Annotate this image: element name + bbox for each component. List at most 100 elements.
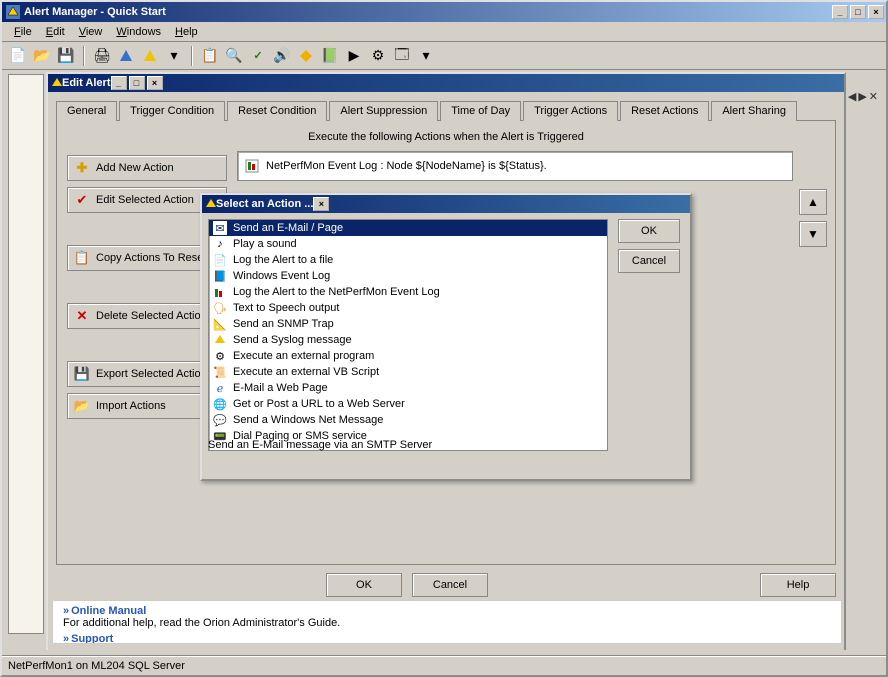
- edit-alert-title: Edit Alert: [62, 77, 111, 89]
- sound-icon: ♪: [213, 237, 227, 251]
- gear-icon: ⚙: [213, 349, 227, 363]
- plus-icon: ✚: [74, 160, 90, 176]
- action-listbox[interactable]: ✉ Send an E-Mail / Page ♪ Play a sound 📄…: [208, 219, 608, 451]
- list-item[interactable]: Send a Syslog message: [209, 332, 607, 348]
- tab-alert-sharing[interactable]: Alert Sharing: [711, 101, 797, 121]
- list-item[interactable]: Log the Alert to the NetPerfMon Event Lo…: [209, 284, 607, 300]
- toolbar: 📄 📂 💾 🖨 ▾ 📋 🔍 ✓ 🔊 📗 ▶ ⚙ 🗔 ▾: [2, 42, 886, 70]
- save-icon: 💾: [74, 366, 90, 382]
- sound-icon[interactable]: 🔊: [272, 46, 292, 66]
- check-red-icon: ✔: [74, 192, 90, 208]
- tab-trigger-condition[interactable]: Trigger Condition: [119, 101, 225, 121]
- find-icon[interactable]: 🔍: [224, 46, 244, 66]
- settings-icon[interactable]: ⚙: [368, 46, 388, 66]
- quickstart-panel-edge: [8, 74, 44, 634]
- app-icon: [6, 5, 20, 19]
- list-item[interactable]: 🗣 Text to Speech output: [209, 300, 607, 316]
- ea-maximize-button[interactable]: □: [129, 76, 145, 90]
- select-action-hint: Send an E-Mail message via an SMTP Serve…: [208, 439, 432, 451]
- select-action-titlebar: Select an Action ... ×: [202, 195, 690, 213]
- x-icon: ✕: [74, 308, 90, 324]
- tab-alert-suppression[interactable]: Alert Suppression: [329, 101, 438, 121]
- list-item[interactable]: ✉ Send an E-Mail / Page: [209, 220, 607, 236]
- mail-icon: ✉: [213, 221, 227, 235]
- snmp-icon: 📐: [213, 317, 227, 331]
- list-item[interactable]: 📄 Log the Alert to a file: [209, 252, 607, 268]
- file-icon: 📄: [213, 253, 227, 267]
- run-icon[interactable]: ▶: [344, 46, 364, 66]
- sa-close-button[interactable]: ×: [313, 197, 329, 211]
- list-item[interactable]: 📜 Execute an external VB Script: [209, 364, 607, 380]
- maximize-button[interactable]: □: [850, 5, 866, 19]
- npm-icon: [213, 285, 227, 299]
- vb-icon: 📜: [213, 365, 227, 379]
- netmsg-icon: 💬: [213, 413, 227, 427]
- menu-edit[interactable]: Edit: [40, 24, 71, 40]
- window-icon[interactable]: 🗔: [392, 46, 412, 66]
- list-item[interactable]: 🌐 Get or Post a URL to a Web Server: [209, 396, 607, 412]
- menu-help[interactable]: Help: [169, 24, 204, 40]
- list-item[interactable]: 📐 Send an SNMP Trap: [209, 316, 607, 332]
- save-icon[interactable]: 💾: [56, 46, 76, 66]
- ea-ok-button[interactable]: OK: [326, 573, 402, 597]
- list-item[interactable]: 📘 Windows Event Log: [209, 268, 607, 284]
- edit-alert-titlebar: Edit Alert _ □ ×: [48, 74, 844, 92]
- main-title: Alert Manager - Quick Start: [24, 6, 166, 18]
- check-icon[interactable]: ✓: [248, 46, 268, 66]
- print-icon[interactable]: 🖨: [92, 46, 112, 66]
- copy-icon[interactable]: 📋: [200, 46, 220, 66]
- tab-reset-actions[interactable]: Reset Actions: [620, 101, 709, 121]
- close-button[interactable]: ×: [868, 5, 884, 19]
- open-icon[interactable]: 📂: [32, 46, 52, 66]
- list-item[interactable]: ♪ Play a sound: [209, 236, 607, 252]
- alert-yellow-icon[interactable]: [140, 46, 160, 66]
- pane-intro: Execute the following Actions when the A…: [67, 131, 825, 143]
- support-link[interactable]: Support: [71, 633, 113, 644]
- diamond-icon[interactable]: [296, 46, 316, 66]
- main-titlebar: Alert Manager - Quick Start _ □ ×: [2, 2, 886, 22]
- new-icon[interactable]: 📄: [8, 46, 28, 66]
- tabstrip: General Trigger Condition Reset Conditio…: [56, 100, 836, 121]
- action-item-label: NetPerfMon Event Log : Node ${NodeName} …: [266, 160, 547, 172]
- dropdown2-icon[interactable]: ▾: [416, 46, 436, 66]
- url-icon: 🌐: [213, 397, 227, 411]
- list-item[interactable]: ⚙ Execute an external program: [209, 348, 607, 364]
- online-manual-link[interactable]: Online Manual: [71, 605, 146, 617]
- actions-list[interactable]: NetPerfMon Event Log : Node ${NodeName} …: [237, 151, 793, 181]
- online-manual-desc: For additional help, read the Orion Admi…: [63, 617, 831, 629]
- list-item[interactable]: ℯ E-Mail a Web Page: [209, 380, 607, 396]
- sa-cancel-button[interactable]: Cancel: [618, 249, 680, 273]
- statusbar: NetPerfMon1 on ML204 SQL Server: [2, 655, 886, 675]
- copy-icon: 📋: [74, 250, 90, 266]
- quickstart-help-panel: »Online Manual For additional help, read…: [52, 600, 842, 644]
- tab-reset-condition[interactable]: Reset Condition: [227, 101, 327, 121]
- move-up-button[interactable]: ▲: [799, 189, 827, 215]
- tab-general[interactable]: General: [56, 101, 117, 121]
- ea-minimize-button[interactable]: _: [111, 76, 127, 90]
- npm-log-icon: [244, 158, 260, 174]
- minimize-button[interactable]: _: [832, 5, 848, 19]
- alert-blue-icon[interactable]: [116, 46, 136, 66]
- ie-icon: ℯ: [213, 381, 227, 395]
- warning-icon: [206, 199, 216, 209]
- menubar: File Edit View Windows Help: [2, 22, 886, 42]
- status-text: NetPerfMon1 on ML204 SQL Server: [8, 660, 185, 672]
- move-down-button[interactable]: ▼: [799, 221, 827, 247]
- ea-help-button[interactable]: Help: [760, 573, 836, 597]
- menu-windows[interactable]: Windows: [110, 24, 167, 40]
- menu-file[interactable]: File: [8, 24, 38, 40]
- tab-trigger-actions[interactable]: Trigger Actions: [523, 101, 618, 121]
- select-action-dialog: Select an Action ... × ✉ Send an E-Mail …: [200, 193, 692, 481]
- list-item[interactable]: 💬 Send a Windows Net Message: [209, 412, 607, 428]
- select-action-title: Select an Action ...: [216, 198, 313, 210]
- alert-icon: [52, 78, 62, 88]
- book-icon[interactable]: 📗: [320, 46, 340, 66]
- ea-cancel-button[interactable]: Cancel: [412, 573, 488, 597]
- sa-ok-button[interactable]: OK: [618, 219, 680, 243]
- menu-view[interactable]: View: [73, 24, 109, 40]
- ea-close-button[interactable]: ×: [147, 76, 163, 90]
- dropdown-icon[interactable]: ▾: [164, 46, 184, 66]
- tab-time-of-day[interactable]: Time of Day: [440, 101, 521, 121]
- add-new-action-button[interactable]: ✚ Add New Action: [67, 155, 227, 181]
- syslog-icon: [213, 333, 227, 347]
